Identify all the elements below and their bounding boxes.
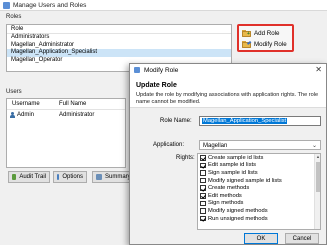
options-button[interactable]: Options (53, 171, 87, 183)
right-label: Modify signed sample id lists (208, 177, 282, 184)
ok-button[interactable]: OK (244, 233, 278, 244)
modify-role-button[interactable]: Modify Role (242, 39, 287, 49)
user-icon (10, 111, 15, 118)
modify-role-dialog: Modify Role ✕ Update Role Update the rol… (129, 63, 327, 245)
dialog-title: Modify Role (144, 66, 179, 74)
roles-column-header[interactable]: Role (7, 25, 231, 34)
dialog-heading: Update Role (136, 82, 177, 89)
right-item[interactable]: Modify signed methods (198, 207, 320, 215)
user-full-name: Administrator (59, 111, 95, 118)
role-name-label: Role Name: (160, 118, 192, 124)
rights-list[interactable]: Create sample id lists Edit sample id li… (197, 153, 321, 230)
right-label: Sign methods (208, 200, 244, 207)
users-section-label: Users (6, 89, 22, 95)
right-item[interactable]: Modify signed sample id lists (198, 177, 320, 185)
window-titlebar: Manage Users and Roles (0, 0, 327, 11)
application-value: Magellan (203, 142, 228, 149)
user-username: Admin (17, 111, 35, 118)
right-checkbox[interactable] (200, 170, 206, 176)
cancel-button[interactable]: Cancel (285, 233, 319, 244)
right-item[interactable]: Edit sample id lists (198, 162, 320, 170)
role-name-field[interactable]: Magellan_Application_Specialist (199, 116, 321, 126)
username-column-header[interactable]: Username (7, 101, 59, 107)
summary-label: Summary (105, 174, 131, 180)
roles-section-label: Roles (6, 14, 22, 20)
app-icon (3, 2, 10, 9)
right-item[interactable]: Sign sample id lists (198, 169, 320, 177)
full-name-column-header[interactable]: Full Name (59, 101, 86, 107)
role-name-value: Magellan_Application_Specialist (202, 118, 288, 124)
right-checkbox[interactable] (200, 185, 206, 191)
right-label: Sign sample id lists (208, 169, 258, 176)
audit-trail-label: Audit Trail (19, 174, 46, 180)
modify-role-label: Modify Role (254, 40, 287, 48)
right-checkbox[interactable] (200, 208, 206, 214)
right-checkbox[interactable] (200, 200, 206, 207)
options-icon (57, 174, 60, 180)
application-label: Application: (153, 142, 185, 148)
user-row-admin[interactable]: Admin Administrator (7, 110, 125, 119)
add-role-button[interactable]: + Add Role (242, 28, 279, 38)
rights-label: Rights: (176, 155, 195, 161)
close-icon[interactable]: ✕ (315, 65, 322, 74)
role-row-magellan-application-specialist[interactable]: Magellan_Application_Specialist (7, 49, 231, 57)
right-label: Modify signed methods (208, 207, 268, 214)
edit-folder-icon (242, 40, 252, 48)
role-row-administrators[interactable]: Administrators (7, 34, 231, 42)
scroll-up-arrow-icon[interactable]: ▲ (315, 154, 320, 159)
right-label: Edit sample id lists (208, 162, 257, 169)
right-checkbox[interactable] (200, 155, 206, 161)
audit-trail-button[interactable]: Audit Trail (8, 171, 50, 183)
add-folder-icon: + (242, 29, 251, 37)
users-column-header: Username Full Name (7, 99, 125, 110)
right-label: Edit methods (208, 192, 242, 199)
right-label: Run unsigned methods (208, 215, 268, 222)
chevron-down-icon: ⌄ (311, 143, 317, 149)
right-label: Create methods (208, 185, 250, 192)
window-title: Manage Users and Roles (13, 2, 87, 9)
dialog-description: Update the role by modifying association… (136, 92, 319, 105)
role-row-magellan-administrator[interactable]: Magellan_Administrator (7, 42, 231, 50)
right-item[interactable]: Run unsigned methods (198, 215, 320, 223)
right-checkbox[interactable] (200, 215, 206, 222)
right-checkbox[interactable] (200, 177, 206, 184)
right-item[interactable]: Create methods (198, 184, 320, 192)
role-actions-highlight: + Add Role Modify Role (237, 24, 294, 52)
users-list[interactable]: Username Full Name Admin Administrator (6, 98, 126, 168)
right-item[interactable]: Create sample id lists (198, 154, 320, 162)
dialog-app-icon (134, 67, 140, 73)
dialog-titlebar[interactable]: Modify Role ✕ (130, 64, 326, 76)
scroll-thumb[interactable] (316, 162, 320, 192)
application-select[interactable]: Magellan ⌄ (199, 140, 321, 150)
summary-icon (96, 174, 102, 180)
right-checkbox[interactable] (200, 162, 206, 169)
add-role-label: Add Role (254, 29, 280, 37)
right-checkbox[interactable] (200, 193, 206, 199)
right-item[interactable]: Sign methods (198, 200, 320, 208)
audit-trail-icon (12, 174, 17, 180)
right-item[interactable]: Edit methods (198, 192, 320, 200)
options-label: Options (62, 174, 83, 180)
dialog-header: Update Role Update the role by modifying… (130, 76, 326, 108)
right-label: Create sample id lists (208, 154, 264, 161)
rights-scrollbar[interactable]: ▲ (314, 154, 320, 229)
